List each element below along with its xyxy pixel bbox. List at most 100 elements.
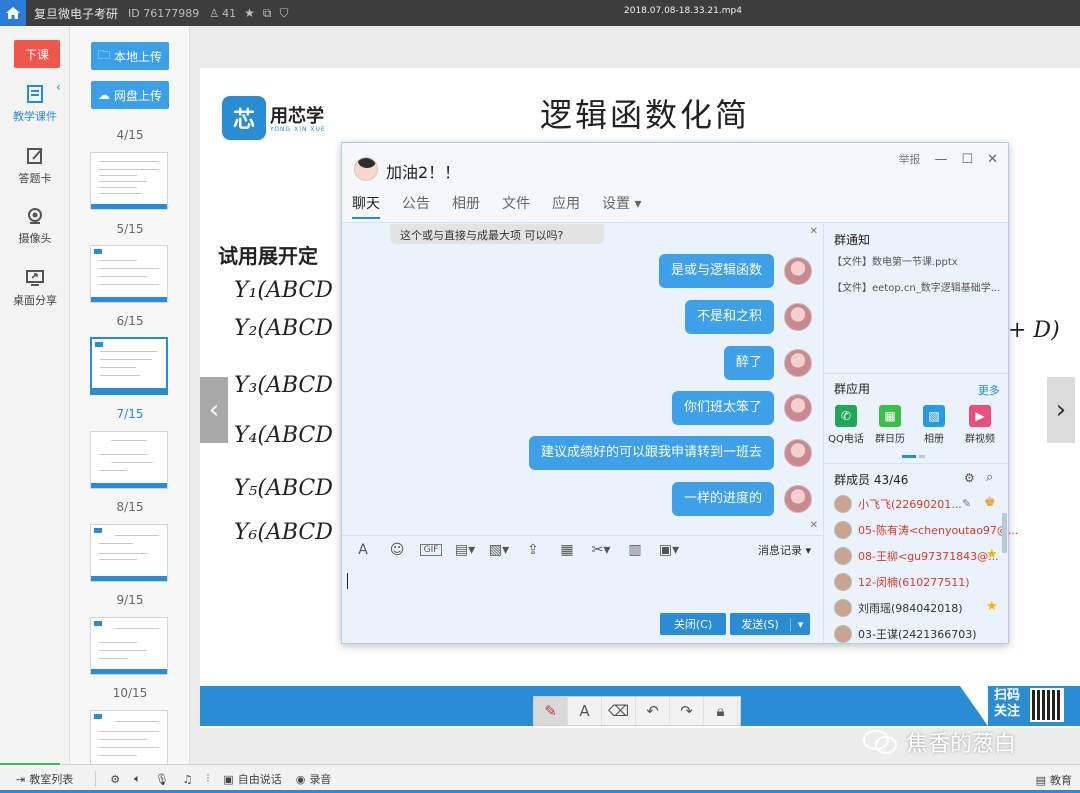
slide-heading: 试用展开定 xyxy=(218,244,318,268)
star-icon[interactable]: ★ xyxy=(244,6,255,20)
tab-announcement[interactable]: 公告 xyxy=(402,193,430,219)
member-item[interactable]: 12-闵楠(610277511) xyxy=(834,573,970,591)
group-side-panel: 群通知 【文件】数电第一节课.pptx 【文件】eetop.cn_数字逻辑基础学… xyxy=(824,223,1018,643)
brush-icon[interactable]: ✎ xyxy=(534,697,568,725)
local-upload-button[interactable]: 🗀 本地上传 xyxy=(91,42,169,70)
member-item[interactable]: 05-陈有涛<chenyoutao97@... xyxy=(834,521,1018,539)
room-list-button[interactable]: ⇥ 教室列表 xyxy=(16,771,73,787)
notice-item[interactable]: 【文件】eetop.cn_数字逻辑基础学... xyxy=(832,279,1008,294)
avatar[interactable] xyxy=(784,303,812,331)
speaker-icon[interactable]: 🔈︎ xyxy=(134,772,141,786)
sidebar-item-screen-share[interactable]: 桌面分享 xyxy=(0,268,70,308)
message-history-link[interactable]: 消息记录 ▾ xyxy=(758,542,811,558)
education-menu[interactable]: ▤ 教育 xyxy=(1036,772,1072,788)
tab-chat[interactable]: 聊天 xyxy=(352,193,380,219)
app-album[interactable]: ▧ 相册 xyxy=(912,405,956,445)
slide-thumbnail[interactable] xyxy=(90,617,168,675)
lock-icon[interactable]: 🔒︎ xyxy=(704,697,738,725)
app-label: 群视频 xyxy=(965,434,995,445)
app-qq-call[interactable]: ✆ QQ电话 xyxy=(824,405,868,445)
avatar[interactable] xyxy=(784,394,812,422)
shield-icon[interactable]: ⛉ xyxy=(279,6,288,21)
slide-thumbnail[interactable] xyxy=(90,710,168,764)
send-button[interactable]: 发送(S) ▾ xyxy=(730,613,810,635)
screenshot-icon[interactable]: ▤▾ xyxy=(454,542,476,558)
sidebar-item-label: 桌面分享 xyxy=(13,294,57,307)
group-avatar[interactable] xyxy=(354,157,378,181)
slide-thumbnail[interactable] xyxy=(90,152,168,210)
record-button[interactable]: ◉ 录音 xyxy=(296,771,332,787)
next-slide-button[interactable]: › xyxy=(1047,377,1075,443)
member-name: 刘雨瑶(984042018) xyxy=(858,602,963,615)
avatar[interactable] xyxy=(784,349,812,377)
sidebar-item-camera[interactable]: 摄像头 xyxy=(0,206,70,246)
member-list-scrollbar[interactable] xyxy=(1002,513,1007,553)
apps-more-link[interactable]: 更多 xyxy=(978,382,1000,398)
home-button[interactable] xyxy=(0,0,26,26)
member-search-icon[interactable]: ⌕ xyxy=(986,470,993,485)
free-talk-button[interactable]: ▣ 自由说话 xyxy=(223,771,281,787)
member-item[interactable]: 08-王柳<gu97371843@... xyxy=(834,547,999,565)
message-bubble: 不是和之积 xyxy=(684,300,774,334)
image-icon[interactable]: ▧▾ xyxy=(488,542,510,558)
member-item[interactable]: 刘雨瑶(984042018) xyxy=(834,599,963,617)
tab-settings[interactable]: 设置 ▾ xyxy=(602,193,641,219)
maximize-icon[interactable]: ☐ xyxy=(961,152,973,167)
slide-thumbnail[interactable] xyxy=(90,524,168,582)
close-icon[interactable]: ✕ xyxy=(987,152,998,167)
message-row: 你们班太笨了 xyxy=(671,391,812,425)
more-tools-icon[interactable]: ▣▾ xyxy=(658,542,680,558)
class-off-button[interactable]: 下课 xyxy=(14,40,60,68)
avatar[interactable] xyxy=(784,439,812,467)
scroll-down-icon[interactable]: ✕ xyxy=(810,520,818,531)
edit-icon[interactable]: ✎ xyxy=(962,497,971,510)
redo-icon[interactable]: ↷ xyxy=(670,697,704,725)
sidebar-item-courseware[interactable]: 教学课件 xyxy=(0,84,70,124)
tab-album[interactable]: 相册 xyxy=(452,193,480,219)
sidebar-item-answer-card[interactable]: 答题卡 xyxy=(0,146,70,186)
font-icon[interactable]: A xyxy=(352,542,374,558)
message-row: 建议成绩好的可以跟我申请转到一班去 xyxy=(528,436,812,470)
close-chat-button[interactable]: 关闭(C) xyxy=(660,613,726,635)
report-link[interactable]: 举报 xyxy=(898,151,920,167)
notice-item[interactable]: 【文件】数电第一节课.pptx xyxy=(832,253,1008,268)
equalizer-icon[interactable]: ⫶ xyxy=(207,772,210,786)
scissors-icon[interactable]: ✂▾ xyxy=(590,542,612,558)
settings-icon[interactable]: ⚙ xyxy=(110,773,120,786)
member-item[interactable]: 03-王谋(2421366703) xyxy=(834,625,977,643)
scroll-up-icon[interactable]: ✕ xyxy=(810,226,818,237)
avatar[interactable] xyxy=(784,485,812,513)
app-group-calendar[interactable]: ▦ 群日历 xyxy=(868,405,912,445)
screen-share-icon xyxy=(26,270,44,286)
share-icon[interactable]: ⧉ xyxy=(263,6,272,21)
slide-thumbnail-current[interactable] xyxy=(90,337,168,395)
undo-icon[interactable]: ↶ xyxy=(636,697,670,725)
slide-thumbnail[interactable] xyxy=(90,431,168,489)
cloud-upload-button[interactable]: ☁ 网盘上传 xyxy=(91,81,169,109)
gif-icon[interactable]: GIF xyxy=(420,543,442,556)
clipboard-icon[interactable]: ▥ xyxy=(624,542,646,558)
send-options-icon[interactable]: ▾ xyxy=(790,617,810,631)
member-settings-icon[interactable]: ⚙ xyxy=(964,471,975,485)
music-icon[interactable]: ♫ xyxy=(183,773,193,786)
avatar[interactable] xyxy=(784,257,812,285)
emoji-icon[interactable]: ☺ xyxy=(386,542,408,558)
eraser-icon[interactable]: ⌫ xyxy=(602,697,636,725)
gift-icon[interactable]: ▦ xyxy=(556,542,578,558)
formula-line: Y₁(ABCD xyxy=(234,278,333,303)
prev-slide-button[interactable]: ‹ xyxy=(200,377,228,443)
member-item[interactable]: 小飞飞(22690201... xyxy=(834,495,962,513)
minimize-icon[interactable]: — xyxy=(934,152,947,167)
brand-name: 用芯学 xyxy=(270,106,324,127)
slide-thumbnail[interactable] xyxy=(90,245,168,303)
exit-icon: ⇥ xyxy=(16,772,26,786)
microphone-icon[interactable]: 🎙︎ xyxy=(155,773,169,786)
tab-apps[interactable]: 应用 xyxy=(552,193,580,219)
message-list[interactable]: 这个或与直接与成最大项 可以吗? ✕ 是或与逻辑函数 不是和之积 醉了 你们班太… xyxy=(342,224,822,534)
text-tool-icon[interactable]: A xyxy=(568,697,602,725)
group-chat-window: 加油2！！ 举报 — ☐ ✕ 聊天 公告 相册 文件 应用 设置 ▾ 这个或与直… xyxy=(341,142,1018,644)
upload-icon[interactable]: ⇪ xyxy=(522,542,544,558)
tab-files[interactable]: 文件 xyxy=(502,193,530,219)
app-group-video[interactable]: ▶ 群视频 xyxy=(958,405,1002,445)
room-id: ID 76177989 xyxy=(128,6,200,20)
